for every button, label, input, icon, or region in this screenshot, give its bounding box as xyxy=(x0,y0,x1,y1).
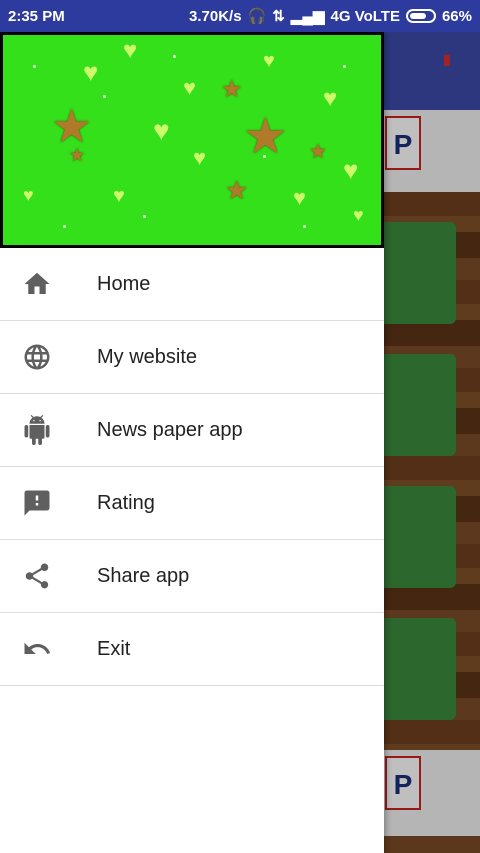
sparkle-decoration xyxy=(63,225,66,228)
star-decoration: ★ xyxy=(69,145,86,165)
menu-item-label: Exit xyxy=(97,637,131,660)
menu-item-rating[interactable]: Rating xyxy=(0,467,384,540)
heart-decoration: ♥ xyxy=(343,155,359,185)
heart-decoration: ♥ xyxy=(83,57,99,87)
header-image: ★ ★ ★ ★ ★ ★ ♥ ♥ ♥ ♥ ♥ ♥ ♥ ♥ ♥ ♥ ♥ ♥ xyxy=(3,35,381,245)
globe-icon xyxy=(0,342,97,372)
drawer-menu: Home My website News paper app Rating Sh… xyxy=(0,248,384,686)
heart-decoration: ♥ xyxy=(183,75,197,100)
sparkle-decoration xyxy=(173,55,176,58)
heart-decoration: ♥ xyxy=(153,115,170,146)
menu-item-share-app[interactable]: Share app xyxy=(0,540,384,613)
sparkle-decoration xyxy=(103,95,106,98)
status-bar: 2:35 PM 3.70K/s 🎧 ⇅ ▂▄▆ 4G VoLTE 66% xyxy=(0,0,480,32)
sparkle-decoration xyxy=(143,215,146,218)
menu-item-news-paper-app[interactable]: News paper app xyxy=(0,394,384,467)
battery-icon xyxy=(405,9,436,23)
menu-item-label: Home xyxy=(97,272,151,295)
data-transfer-icon: ⇅ xyxy=(272,8,285,25)
status-indicators: 3.70K/s 🎧 ⇅ ▂▄▆ 4G VoLTE 66% xyxy=(189,7,472,26)
menu-item-home[interactable]: Home xyxy=(0,248,384,321)
battery-percent: 66% xyxy=(441,7,472,25)
drawer-header: ★ ★ ★ ★ ★ ★ ♥ ♥ ♥ ♥ ♥ ♥ ♥ ♥ ♥ ♥ ♥ ♥ xyxy=(0,32,384,248)
undo-icon xyxy=(0,634,97,664)
sparkle-decoration xyxy=(303,225,306,228)
heart-decoration: ♥ xyxy=(353,205,364,225)
network-speed: 3.70K/s xyxy=(189,7,242,25)
share-icon xyxy=(0,561,97,591)
menu-item-label: News paper app xyxy=(97,418,243,441)
network-type: 4G VoLTE xyxy=(330,7,400,25)
heart-decoration: ♥ xyxy=(113,185,125,207)
sparkle-decoration xyxy=(263,155,266,158)
home-icon xyxy=(0,269,97,299)
heart-decoration: ♥ xyxy=(293,185,307,210)
star-decoration: ★ xyxy=(225,175,249,205)
navigation-drawer: ★ ★ ★ ★ ★ ★ ♥ ♥ ♥ ♥ ♥ ♥ ♥ ♥ ♥ ♥ ♥ ♥ Home… xyxy=(0,32,384,853)
star-decoration: ★ xyxy=(309,141,327,163)
signal-icon: ▂▄▆ xyxy=(290,8,325,25)
heart-decoration: ♥ xyxy=(23,185,34,205)
menu-item-label: My website xyxy=(97,345,198,368)
status-time: 2:35 PM xyxy=(8,7,65,25)
menu-item-exit[interactable]: Exit xyxy=(0,613,384,686)
heart-decoration: ♥ xyxy=(123,37,138,64)
sparkle-decoration xyxy=(343,65,346,68)
star-decoration: ★ xyxy=(221,76,243,103)
headphones-icon: 🎧 xyxy=(247,8,267,25)
heart-decoration: ♥ xyxy=(263,50,275,72)
android-icon xyxy=(0,415,97,445)
menu-item-label: Rating xyxy=(97,491,155,514)
feedback-icon xyxy=(0,488,97,518)
menu-item-label: Share app xyxy=(97,564,190,587)
menu-item-my-website[interactable]: My website xyxy=(0,321,384,394)
heart-decoration: ♥ xyxy=(193,145,207,170)
sparkle-decoration xyxy=(33,65,36,68)
heart-decoration: ♥ xyxy=(323,85,338,112)
